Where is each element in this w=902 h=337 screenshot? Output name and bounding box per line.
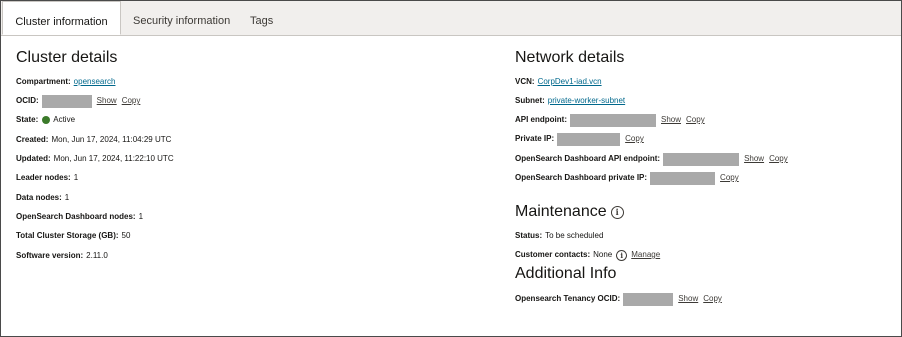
api-endpoint-redacted-value: [570, 113, 656, 127]
private-ip-label: Private IP:: [515, 134, 555, 143]
tab-tags[interactable]: Tags: [250, 1, 273, 35]
updated-row: Updated: Mon, Jun 17, 2024, 11:22:10 UTC: [16, 152, 174, 166]
private-ip-row: Private IP: Copy: [515, 132, 644, 146]
maintenance-title: Maintenance: [515, 203, 607, 220]
leader-nodes-value: 1: [73, 173, 79, 182]
software-version-value: 2.11.0: [86, 251, 108, 260]
additional-info-title: Additional Info: [515, 265, 617, 282]
ocid-label: OCID:: [16, 96, 39, 105]
created-label: Created:: [16, 135, 49, 144]
leader-nodes-row: Leader nodes: 1: [16, 171, 78, 185]
maintenance-info-icon[interactable]: i: [610, 205, 624, 219]
state-label: State:: [16, 115, 39, 124]
vcn-label: VCN:: [515, 77, 535, 86]
maintenance-heading: Maintenance i: [515, 202, 624, 222]
customer-contacts-row: Customer contacts: None i Manage: [515, 248, 660, 262]
api-endpoint-row: API endpoint: Show Copy: [515, 113, 705, 127]
data-nodes-value: 1: [64, 193, 70, 202]
state-value: Active: [53, 115, 76, 124]
private-ip-redacted-value: [557, 132, 621, 146]
subnet-row: Subnet: private-worker-subnet: [515, 94, 625, 108]
software-version-label: Software version:: [16, 251, 84, 260]
api-endpoint-show-button[interactable]: Show: [661, 113, 681, 127]
storage-value: 50: [121, 231, 131, 240]
created-value: Mon, Jun 17, 2024, 11:04:29 UTC: [51, 135, 172, 144]
private-ip-copy-button[interactable]: Copy: [625, 132, 644, 146]
storage-row: Total Cluster Storage (GB): 50: [16, 229, 130, 243]
maintenance-status-row: Status: To be scheduled: [515, 229, 603, 243]
dashboard-api-endpoint-redacted-value: [663, 152, 740, 166]
tenancy-ocid-label: Opensearch Tenancy OCID:: [515, 294, 621, 303]
status-dot-icon: [42, 116, 51, 124]
data-nodes-label: Data nodes:: [16, 193, 62, 202]
customer-contacts-value: None: [593, 250, 613, 259]
network-details-title: Network details: [515, 49, 625, 66]
ocid-row: OCID: Show Copy: [16, 94, 140, 108]
tab-bar: Cluster information Security information…: [1, 1, 901, 36]
dashboard-private-ip-copy-button[interactable]: Copy: [720, 171, 739, 185]
api-endpoint-label: API endpoint:: [515, 115, 567, 124]
customer-contacts-info-icon[interactable]: i: [616, 249, 628, 261]
dashboard-nodes-value: 1: [138, 212, 144, 221]
maintenance-status-value: To be scheduled: [545, 231, 604, 240]
leader-nodes-label: Leader nodes:: [16, 173, 71, 182]
dashboard-private-ip-row: OpenSearch Dashboard private IP: Copy: [515, 171, 739, 185]
subnet-link[interactable]: private-worker-subnet: [548, 94, 625, 108]
tab-content: Cluster details Compartment: opensearch …: [1, 36, 901, 336]
dashboard-nodes-label: OpenSearch Dashboard nodes:: [16, 212, 136, 221]
dashboard-private-ip-label: OpenSearch Dashboard private IP:: [515, 173, 648, 182]
updated-label: Updated:: [16, 154, 51, 163]
dashboard-api-endpoint-show-button[interactable]: Show: [744, 152, 764, 166]
vcn-link[interactable]: CorpDev1-iad.vcn: [538, 75, 602, 89]
dashboard-api-endpoint-label: OpenSearch Dashboard API endpoint:: [515, 154, 661, 163]
subnet-label: Subnet:: [515, 96, 545, 105]
tab-security-information[interactable]: Security information: [133, 1, 230, 35]
compartment-link[interactable]: opensearch: [74, 75, 116, 89]
details-panel: Cluster information Security information…: [0, 0, 902, 337]
customer-contacts-label: Customer contacts:: [515, 250, 591, 259]
data-nodes-row: Data nodes: 1: [16, 191, 69, 205]
dashboard-api-endpoint-row: OpenSearch Dashboard API endpoint: Show …: [515, 152, 788, 166]
created-row: Created: Mon, Jun 17, 2024, 11:04:29 UTC: [16, 133, 171, 147]
ocid-redacted-value: [41, 94, 92, 108]
vcn-row: VCN: CorpDev1-iad.vcn: [515, 75, 602, 89]
software-version-row: Software version: 2.11.0: [16, 249, 108, 263]
manage-contacts-link[interactable]: Manage: [631, 248, 660, 262]
dashboard-api-endpoint-copy-button[interactable]: Copy: [769, 152, 788, 166]
api-endpoint-copy-button[interactable]: Copy: [686, 113, 705, 127]
compartment-row: Compartment: opensearch: [16, 75, 115, 89]
maintenance-status-label: Status:: [515, 231, 543, 240]
tenancy-ocid-copy-button[interactable]: Copy: [703, 292, 722, 306]
tenancy-ocid-show-button[interactable]: Show: [678, 292, 698, 306]
tab-cluster-information[interactable]: Cluster information: [2, 1, 121, 35]
updated-value: Mon, Jun 17, 2024, 11:22:10 UTC: [53, 154, 174, 163]
tenancy-ocid-redacted-value: [623, 292, 674, 306]
ocid-copy-button[interactable]: Copy: [122, 94, 141, 108]
dashboard-nodes-row: OpenSearch Dashboard nodes: 1: [16, 210, 143, 224]
dashboard-private-ip-redacted-value: [650, 171, 716, 185]
compartment-label: Compartment:: [16, 77, 71, 86]
ocid-show-button[interactable]: Show: [97, 94, 117, 108]
state-row: State: Active: [16, 113, 75, 127]
storage-label: Total Cluster Storage (GB):: [16, 231, 119, 240]
tenancy-ocid-row: Opensearch Tenancy OCID: Show Copy: [515, 292, 722, 306]
cluster-details-title: Cluster details: [16, 49, 118, 66]
